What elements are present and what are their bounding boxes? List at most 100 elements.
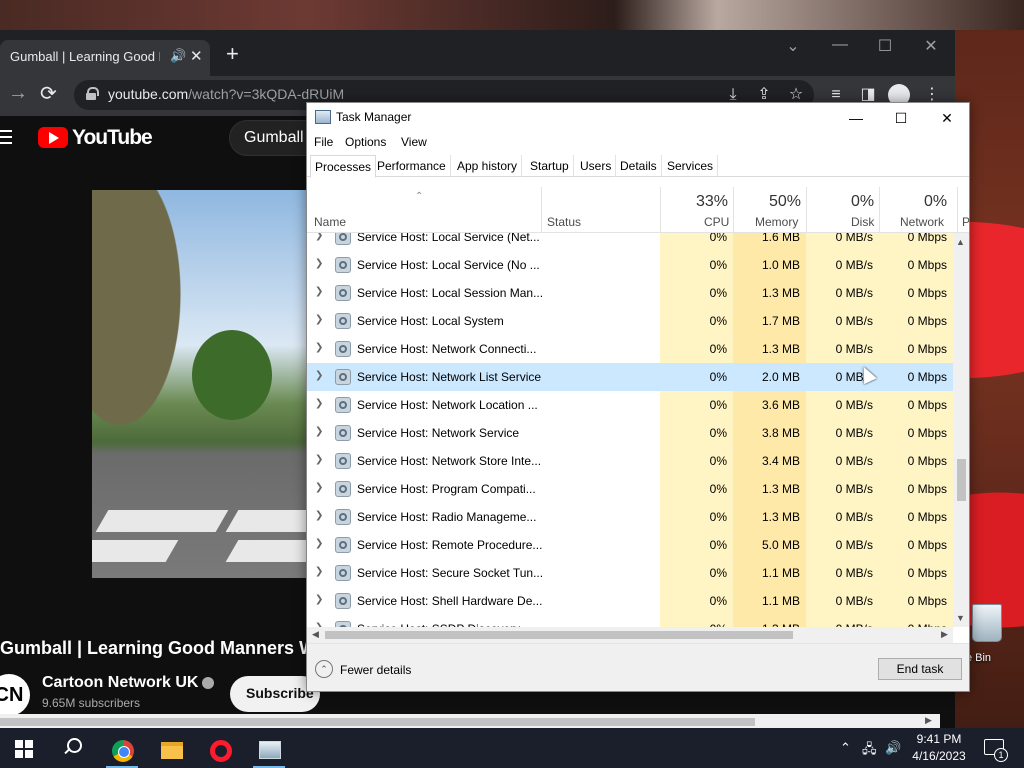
youtube-logo-icon[interactable] (38, 127, 68, 148)
start-button[interactable] (15, 740, 33, 758)
lock-icon[interactable] (86, 87, 99, 100)
process-name-cell[interactable]: ❯ Service Host: Shell Hardware De... (307, 587, 660, 615)
process-name-cell[interactable]: ❯ Service Host: Remote Procedure... (307, 531, 660, 559)
tab-processes[interactable]: Processes (310, 155, 377, 178)
cpu-total-percent[interactable]: 33% (696, 193, 728, 211)
process-name-cell[interactable]: ❯ Service Host: Network Location ... (307, 391, 660, 419)
task-manager-titlebar[interactable]: Task Manager — ☐ ✕ (307, 103, 969, 131)
process-name-cell[interactable]: ❯ Service Host: Network List Service (307, 363, 660, 391)
tab-services[interactable]: Services (663, 155, 719, 177)
process-name-cell[interactable]: ❯ Service Host: Secure Socket Tun... (307, 559, 660, 587)
process-name-cell[interactable]: ❯ Service Host: Local Session Man... (307, 279, 660, 307)
table-row[interactable]: ❯ Service Host: Program Compati... 0% 1.3 M… (307, 475, 953, 503)
column-divider[interactable] (660, 187, 661, 233)
memory-total-percent[interactable]: 50% (769, 193, 801, 211)
expand-chevron-icon[interactable]: ❯ (315, 594, 323, 605)
scroll-up-arrow-icon[interactable]: ▲ (956, 237, 965, 247)
scrollbar-thumb[interactable] (325, 631, 793, 639)
chevron-up-icon[interactable]: ⌃ (315, 660, 333, 678)
process-name-cell[interactable]: ❯ Service Host: Local Service (No ... (307, 251, 660, 279)
scroll-right-arrow-icon[interactable]: ▶ (925, 715, 932, 726)
column-name[interactable]: Name (314, 215, 346, 229)
tab-performance[interactable]: Performance (373, 155, 451, 177)
column-divider[interactable] (541, 187, 542, 233)
column-network[interactable]: Network (900, 215, 944, 229)
scrollbar-thumb[interactable] (957, 459, 966, 501)
tab-search-icon[interactable]: ⌄ (783, 36, 803, 56)
maximize-button[interactable]: ☐ (875, 36, 895, 56)
table-row[interactable]: ❯ Service Host: Shell Hardware De... 0% 1.1… (307, 587, 953, 615)
table-row[interactable]: ❯ Service Host: Network Store Inte... 0% 3.… (307, 447, 953, 475)
scroll-left-arrow-icon[interactable]: ◀ (312, 629, 319, 640)
expand-chevron-icon[interactable]: ❯ (315, 286, 323, 297)
expand-chevron-icon[interactable]: ❯ (315, 454, 323, 465)
taskbar-opera[interactable] (200, 734, 240, 768)
scrollbar-thumb[interactable] (0, 718, 755, 726)
table-row[interactable]: ❯ Service Host: Local Service (No ... 0% 1.… (307, 251, 953, 279)
show-hidden-icons-chevron-icon[interactable]: ⌃ (840, 740, 851, 756)
forward-arrow-icon[interactable]: → (8, 82, 28, 105)
column-disk[interactable]: Disk (851, 215, 874, 229)
search-icon[interactable] (62, 737, 82, 757)
channel-avatar[interactable]: CN (0, 674, 30, 716)
table-row[interactable]: ❯ Service Host: Radio Manageme... 0% 1.3 MB… (307, 503, 953, 531)
network-total-percent[interactable]: 0% (924, 193, 947, 211)
expand-chevron-icon[interactable]: ❯ (315, 233, 323, 241)
table-row[interactable]: ❯ Service Host: Local System 0% 1.7 MB 0 MB/… (307, 307, 953, 335)
tab-startup[interactable]: Startup (526, 155, 574, 177)
youtube-logo-text[interactable]: YouTube (72, 126, 153, 150)
process-name-cell[interactable]: ❯ Service Host: Local System (307, 307, 660, 335)
fewer-details-link[interactable]: Fewer details (340, 663, 411, 677)
column-divider[interactable] (733, 187, 734, 233)
scroll-down-arrow-icon[interactable]: ▼ (956, 613, 965, 623)
speaker-icon[interactable]: 🔊 (170, 48, 186, 64)
process-name-cell[interactable]: ❯ Service Host: Radio Manageme... (307, 503, 660, 531)
process-name-cell[interactable]: ❯Service Host: SSDP Discovery (307, 615, 660, 627)
table-row[interactable]: ❯Service Host: SSDP Discovery0%1.3 MB0 M… (307, 615, 953, 627)
column-memory[interactable]: Memory (755, 215, 798, 229)
close-button[interactable]: ✕ (924, 105, 970, 131)
process-name-cell[interactable]: ❯ Service Host: Program Compati... (307, 475, 660, 503)
tab-app-history[interactable]: App history (453, 155, 523, 177)
disk-total-percent[interactable]: 0% (851, 193, 874, 211)
table-row[interactable]: ❯ Service Host: Local Service (Net... 0% 1.… (307, 233, 953, 251)
table-row[interactable]: ❯ Service Host: Local Session Man... 0% 1.3… (307, 279, 953, 307)
expand-chevron-icon[interactable]: ❯ (315, 426, 323, 437)
expand-chevron-icon[interactable]: ❯ (315, 538, 323, 549)
process-list-vertical-scrollbar[interactable]: ▲ ▼ (953, 233, 969, 627)
process-list-horizontal-scrollbar[interactable]: ◀ ▶ (307, 627, 953, 643)
expand-chevron-icon[interactable]: ❯ (315, 342, 323, 353)
tab-users[interactable]: Users (576, 155, 617, 177)
column-divider[interactable] (957, 187, 958, 233)
new-tab-button[interactable]: + (226, 43, 239, 65)
channel-name[interactable]: Cartoon Network UK (42, 674, 215, 692)
column-power-partial[interactable]: P (962, 215, 970, 229)
minimize-button[interactable]: — (833, 105, 879, 131)
volume-icon[interactable]: 🔊 (885, 740, 901, 756)
video-player[interactable] (92, 190, 332, 578)
expand-chevron-icon[interactable]: ❯ (315, 510, 323, 521)
close-window-button[interactable]: ✕ (921, 36, 941, 56)
table-row[interactable]: ❯ Service Host: Network Connecti... 0% 1.3 … (307, 335, 953, 363)
expand-chevron-icon[interactable]: ❯ (315, 482, 323, 493)
end-task-button[interactable]: End task (878, 658, 962, 680)
column-cpu[interactable]: CPU (704, 215, 729, 229)
column-divider[interactable] (806, 187, 807, 233)
expand-chevron-icon[interactable]: ❯ (315, 566, 323, 577)
expand-chevron-icon[interactable]: ❯ (315, 258, 323, 269)
taskbar-chrome[interactable] (102, 734, 142, 768)
close-tab-icon[interactable]: ✕ (190, 47, 203, 65)
expand-chevron-icon[interactable]: ❯ (315, 370, 323, 381)
scroll-right-arrow-icon[interactable]: ▶ (941, 629, 948, 640)
process-name-cell[interactable]: ❯ Service Host: Local Service (Net... (307, 233, 660, 251)
menu-view[interactable]: View (401, 135, 427, 149)
taskbar-file-explorer[interactable] (151, 734, 191, 768)
process-name-cell[interactable]: ❯ Service Host: Network Service (307, 419, 660, 447)
tab-youtube-gumball[interactable]: Gumball | Learning Good Ma 🔊 ✕ (0, 40, 210, 76)
taskbar-task-manager[interactable] (249, 734, 289, 768)
menu-options[interactable]: Options (345, 135, 386, 149)
minimize-button[interactable]: — (830, 36, 850, 54)
expand-chevron-icon[interactable]: ❯ (315, 314, 323, 325)
table-row[interactable]: ❯ Service Host: Remote Procedure... 0% 5.0 … (307, 531, 953, 559)
network-icon[interactable]: 🖧 (862, 740, 877, 762)
